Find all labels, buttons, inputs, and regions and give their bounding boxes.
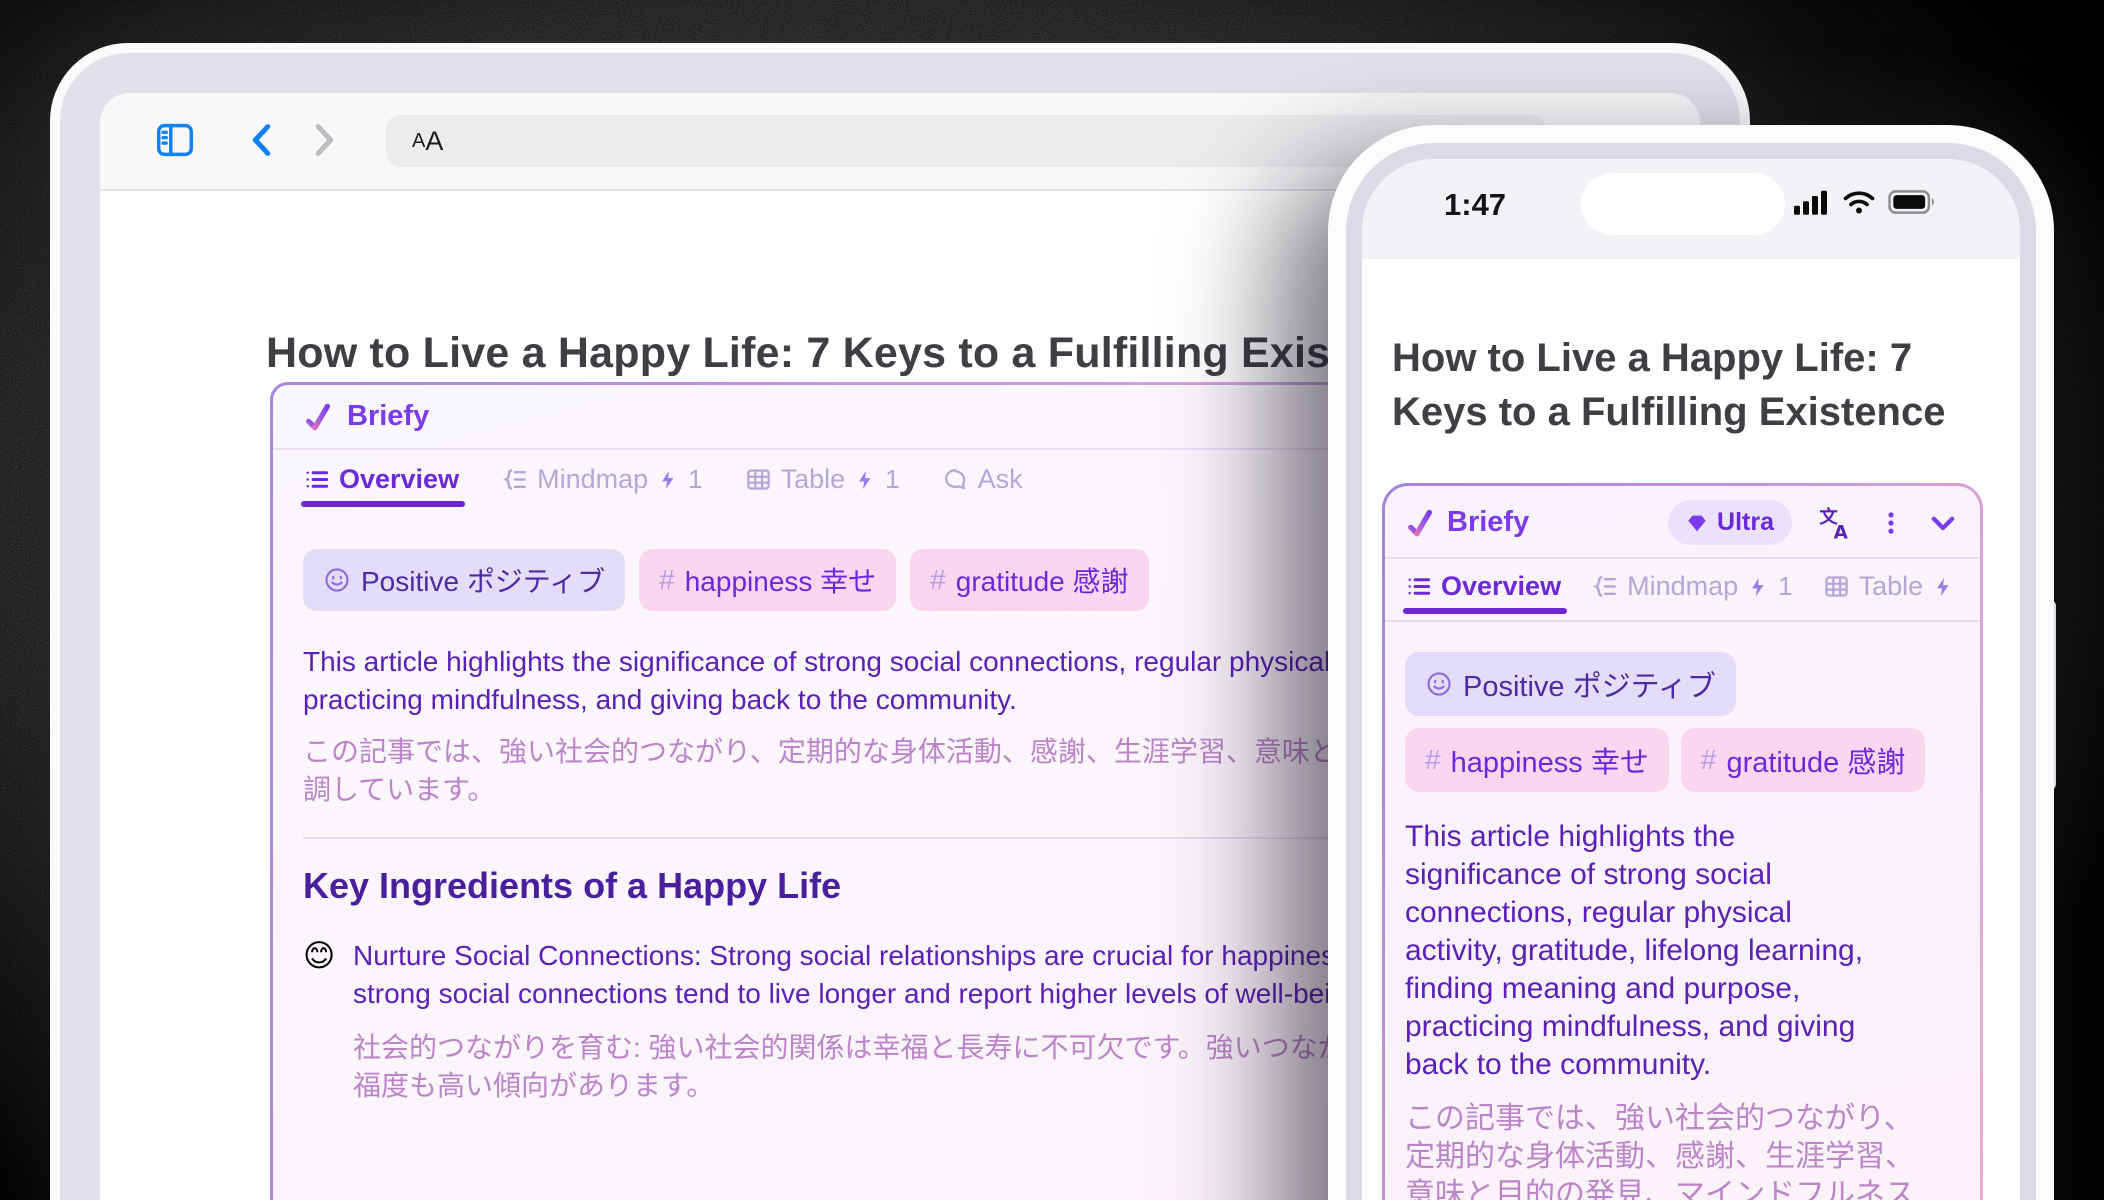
tab-table[interactable]: Table xyxy=(1823,571,1955,602)
tag-gratitude[interactable]: # gratitude 感謝 xyxy=(910,549,1148,611)
svg-text:A: A xyxy=(1834,522,1849,539)
tag-positive[interactable]: Positive ポジティブ xyxy=(303,549,625,611)
tag-list: Positive ポジティブ # happiness 幸せ # gratitud… xyxy=(1385,652,1980,792)
briefy-panel: Briefy Ultra 文 A xyxy=(1382,483,1983,1200)
tab-mindmap[interactable]: Mindmap 1 xyxy=(501,464,703,495)
hash-symbol: # xyxy=(1425,744,1441,776)
mindmap-icon xyxy=(1591,573,1618,600)
phone-status-bar: 1:47 xyxy=(1362,159,2020,259)
screenshot-stage: A A How to Live a Happy Life: 7 Keys to a… xyxy=(0,0,2104,1200)
lightning-icon xyxy=(657,468,679,492)
reader-mode-button[interactable]: A xyxy=(412,130,425,153)
sidebar-toggle-icon[interactable] xyxy=(152,117,198,163)
phone-screen: 1:47 xyxy=(1362,159,2020,1200)
tag-happiness[interactable]: # happiness 幸せ xyxy=(639,549,896,611)
tag-positive[interactable]: Positive ポジティブ xyxy=(1405,652,1736,716)
chevron-down-icon[interactable] xyxy=(1926,506,1960,540)
hash-symbol: # xyxy=(1701,744,1717,776)
back-icon[interactable] xyxy=(240,117,286,163)
overview-icon xyxy=(303,466,330,493)
brand-name: Briefy xyxy=(347,400,429,433)
battery-icon xyxy=(1888,189,1938,215)
status-time: 1:47 xyxy=(1444,187,1506,223)
summary-english: This article highlights the significance… xyxy=(1385,818,1980,1084)
tab-table[interactable]: Table 1 xyxy=(745,464,900,495)
smiley-icon xyxy=(1425,670,1453,698)
tab-mindmap[interactable]: Mindmap 1 xyxy=(1591,571,1793,602)
table-icon xyxy=(1823,573,1850,600)
smiling-emoji: 😊 xyxy=(303,937,339,1013)
table-icon xyxy=(745,466,772,493)
kebab-menu-icon[interactable] xyxy=(1878,506,1904,540)
overview-icon xyxy=(1405,573,1432,600)
tag-gratitude[interactable]: # gratitude 感謝 xyxy=(1681,728,1926,792)
briefy-panel-header: Briefy Ultra 文 A xyxy=(1385,486,1980,559)
cellular-signal-icon xyxy=(1794,189,1830,215)
active-tab-underline xyxy=(1403,608,1567,614)
forward-icon[interactable] xyxy=(300,117,346,163)
lightning-icon xyxy=(1932,575,1954,599)
ask-icon xyxy=(942,466,969,493)
brand-name: Briefy xyxy=(1447,506,1529,539)
briefy-tabs: Overview Mindmap 1 xyxy=(1385,559,1980,620)
smiley-icon xyxy=(323,566,351,594)
tab-overview[interactable]: Overview xyxy=(1405,571,1561,602)
phone-device-frame: 1:47 xyxy=(1328,125,2054,1200)
page-title: How to Live a Happy Life: 7 Keys to a Fu… xyxy=(266,329,1444,378)
lightning-icon xyxy=(854,468,876,492)
briefy-logo-icon xyxy=(303,402,333,432)
lightning-icon xyxy=(1747,575,1769,599)
briefy-logo-icon xyxy=(1405,508,1435,538)
tag-happiness[interactable]: # happiness 幸せ xyxy=(1405,728,1669,792)
tabs-divider xyxy=(1385,620,1980,622)
hash-symbol: # xyxy=(659,564,675,596)
hash-symbol: # xyxy=(930,564,946,596)
wifi-icon xyxy=(1842,189,1876,215)
summary-japanese: この記事では、強い社会的つながり、 定期的な身体活動、感謝、生涯学習、 意味と目… xyxy=(1385,1100,1980,1200)
tab-overview[interactable]: Overview xyxy=(303,464,459,495)
gem-icon xyxy=(1686,512,1708,534)
mindmap-icon xyxy=(501,466,528,493)
tab-ask[interactable]: Ask xyxy=(942,464,1023,495)
dynamic-island xyxy=(1581,173,1785,235)
active-tab-underline xyxy=(301,501,465,507)
translate-icon[interactable]: 文 A xyxy=(1818,506,1852,540)
ultra-badge[interactable]: Ultra xyxy=(1668,500,1792,545)
page-title: How to Live a Happy Life: 7 Keys to a Fu… xyxy=(1392,331,1945,439)
